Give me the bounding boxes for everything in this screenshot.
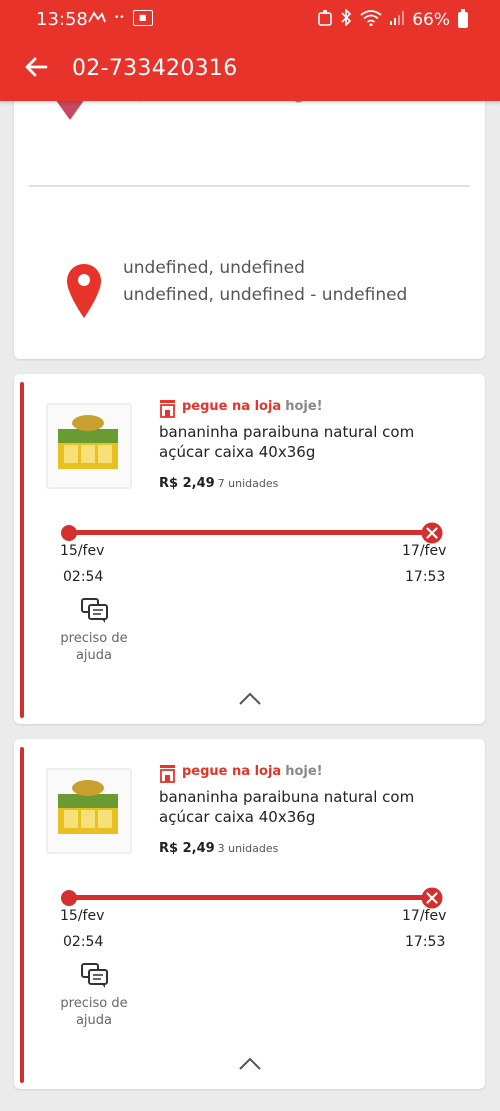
- item-card: pegue na loja hoje! bananinha paraibuna n…: [14, 739, 485, 1089]
- store-card: R$ 17,45 no Ame Digital undefined, undef…: [14, 92, 485, 359]
- end-date: 17/fev: [402, 908, 447, 924]
- product-units: 7 unidades: [217, 477, 279, 490]
- help-label[interactable]: preciso de ajuda: [54, 995, 134, 1029]
- status-bar: 13:58 •• ■ 66%: [0, 0, 500, 38]
- status-accent-bar: [20, 382, 24, 718]
- address-line-2: undefined, undefined - undefined: [123, 285, 408, 305]
- alarm-icon: [318, 9, 333, 31]
- address-line-1: undefined, undefined: [123, 258, 305, 278]
- pickup-label: pegue na loja hoje!: [182, 764, 323, 779]
- start-date: 15/fev: [60, 908, 105, 924]
- store-pickup-icon: [160, 765, 175, 783]
- start-time: 02:54: [63, 569, 104, 585]
- cancel-x-icon: [421, 887, 443, 909]
- location-pin-icon: [67, 264, 101, 318]
- product-price: R$ 2,49 7 unidades: [159, 476, 279, 491]
- pickup-label: pegue na loja hoje!: [182, 399, 323, 414]
- product-image[interactable]: [46, 768, 132, 854]
- cancel-x-icon: [421, 522, 443, 544]
- notification-icon: [88, 10, 106, 26]
- status-accent-bar: [20, 747, 24, 1083]
- end-date: 17/fev: [402, 543, 447, 559]
- chevron-up-icon[interactable]: [238, 692, 262, 706]
- divider: [29, 185, 470, 187]
- end-time: 17:53: [405, 569, 446, 585]
- app-notification-icon: ••: [114, 13, 125, 23]
- store-address: undefined, undefined undefined, undefine…: [123, 255, 407, 309]
- bluetooth-icon: [340, 8, 352, 31]
- delivery-progress-track: [69, 895, 433, 900]
- battery-icon: [458, 9, 468, 28]
- pickup-when: hoje!: [285, 399, 323, 414]
- status-time: 13:58: [36, 9, 88, 30]
- battery-text: 66%: [412, 10, 450, 30]
- app-bar: 02-733420316: [0, 38, 500, 101]
- chevron-up-icon[interactable]: [238, 1057, 262, 1071]
- help-label[interactable]: preciso de ajuda: [54, 630, 134, 664]
- product-units: 3 unidades: [217, 842, 279, 855]
- start-time: 02:54: [63, 934, 104, 950]
- progress-start-dot: [61, 890, 77, 906]
- order-number-title: 02-733420316: [72, 56, 238, 81]
- chat-help-icon[interactable]: [80, 962, 110, 990]
- product-price: R$ 2,49 3 unidades: [159, 841, 279, 856]
- signal-icon: [390, 10, 405, 30]
- pickup-when: hoje!: [285, 764, 323, 779]
- store-pickup-icon: [160, 400, 175, 418]
- start-date: 15/fev: [60, 543, 105, 559]
- delivery-progress-track: [69, 530, 433, 535]
- back-arrow-icon[interactable]: [22, 52, 52, 82]
- chat-help-icon[interactable]: [80, 597, 110, 625]
- wifi-icon: [360, 9, 382, 31]
- qr-notification-icon: ■: [132, 10, 153, 26]
- product-name[interactable]: bananinha paraibuna natural com açúcar c…: [159, 422, 439, 462]
- product-name[interactable]: bananinha paraibuna natural com açúcar c…: [159, 787, 439, 827]
- item-card: pegue na loja hoje! bananinha paraibuna n…: [14, 374, 485, 724]
- end-time: 17:53: [405, 934, 446, 950]
- product-image[interactable]: [46, 403, 132, 489]
- progress-start-dot: [61, 525, 77, 541]
